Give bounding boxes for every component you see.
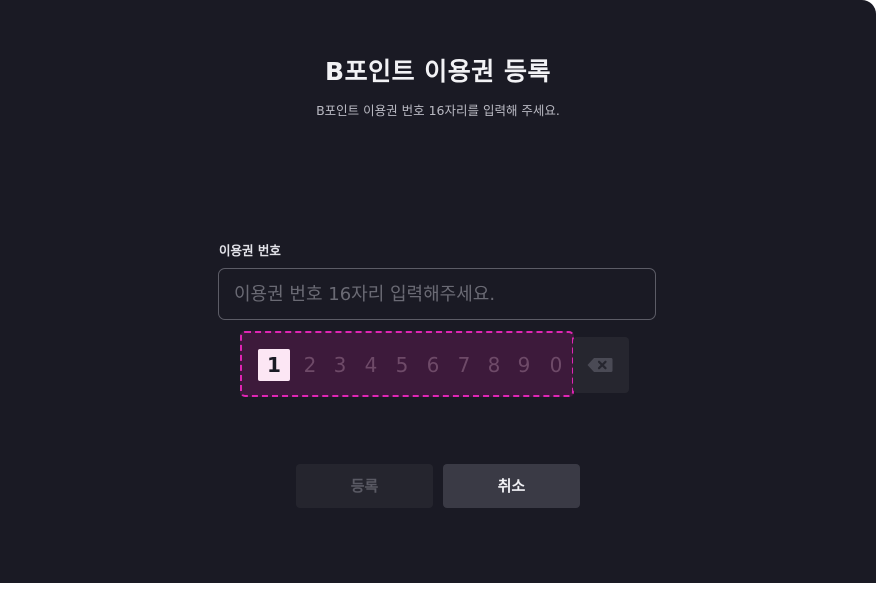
- keypad-key-7[interactable]: 7: [452, 349, 476, 381]
- keypad-key-0[interactable]: 0: [544, 349, 568, 381]
- keypad-key-8[interactable]: 8: [482, 349, 506, 381]
- voucher-number-label: 이용권 번호: [219, 243, 281, 258]
- keypad-key-4[interactable]: 4: [359, 349, 383, 381]
- point-voucher-modal: B포인트 이용권 등록 B포인트 이용권 번호 16자리를 입력해 주세요. 이…: [0, 0, 876, 583]
- modal-title: B포인트 이용권 등록: [325, 57, 551, 86]
- cancel-button[interactable]: 취소: [443, 464, 580, 508]
- voucher-number-input[interactable]: [218, 268, 656, 320]
- backspace-icon: [587, 358, 613, 372]
- number-keypad: 1 2 3 4 5 6 7 8 9 0: [240, 331, 574, 397]
- keypad-key-3[interactable]: 3: [328, 349, 352, 381]
- keypad-key-6[interactable]: 6: [421, 349, 445, 381]
- keypad-key-1[interactable]: 1: [258, 349, 290, 381]
- backspace-button[interactable]: [573, 337, 629, 393]
- keypad-key-2[interactable]: 2: [298, 349, 322, 381]
- keypad-key-5[interactable]: 5: [390, 349, 414, 381]
- register-button[interactable]: 등록: [296, 464, 433, 508]
- modal-subtitle: B포인트 이용권 번호 16자리를 입력해 주세요.: [316, 103, 560, 118]
- keypad-key-9[interactable]: 9: [512, 349, 536, 381]
